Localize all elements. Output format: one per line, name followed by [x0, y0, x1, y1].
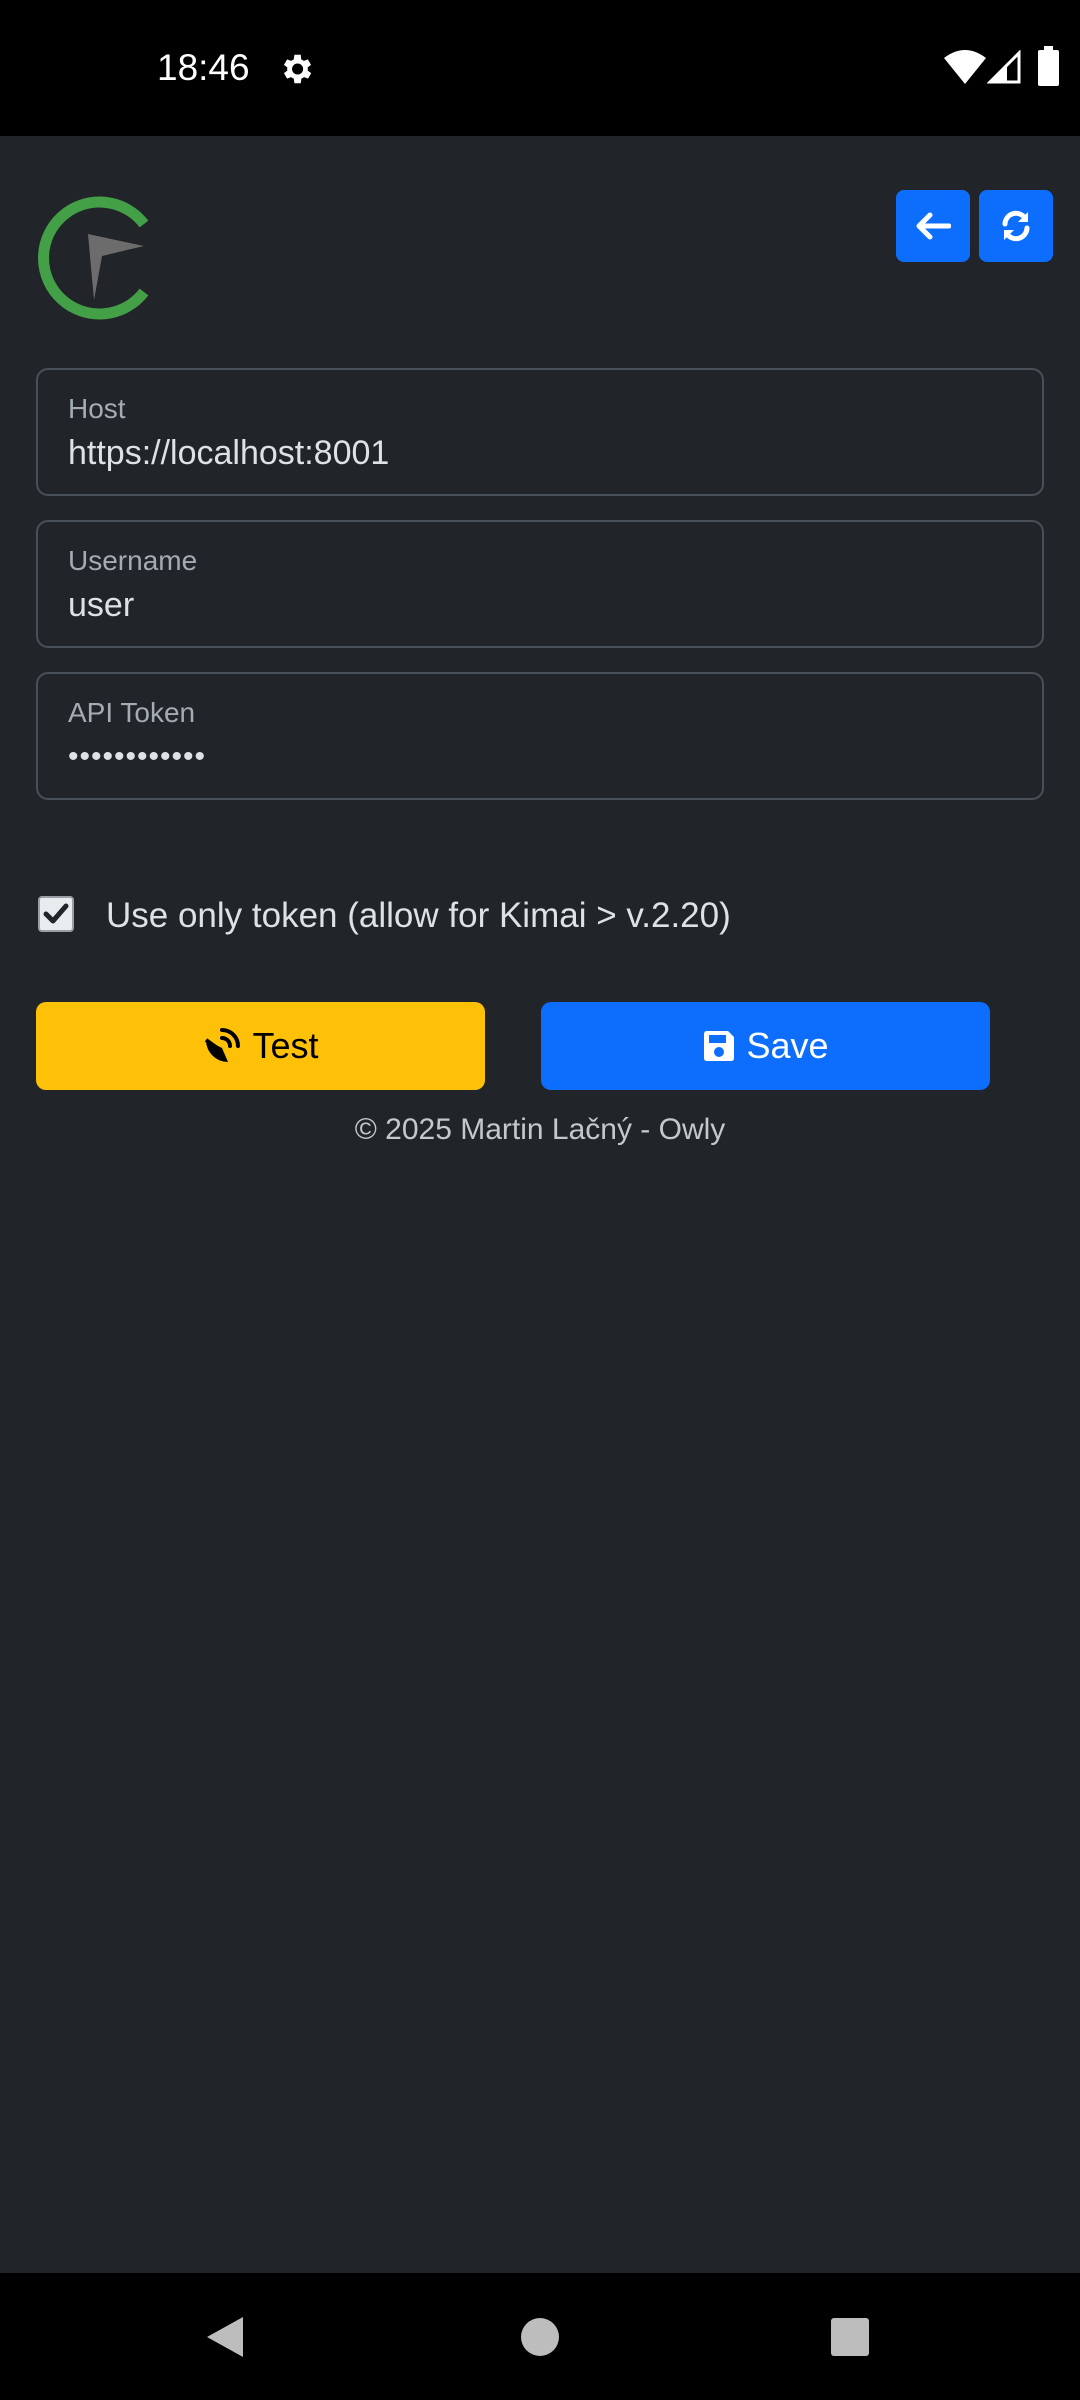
api-token-field[interactable]: API Token ••••••••••••: [36, 672, 1044, 800]
status-time: 18:46: [157, 47, 250, 88]
nav-home-icon[interactable]: [520, 2317, 560, 2357]
host-label: Host: [68, 393, 126, 424]
host-field[interactable]: Host https://localhost:8001: [36, 368, 1044, 496]
nav-back-icon[interactable]: [205, 2315, 245, 2359]
satellite-dish-icon: [205, 1028, 241, 1062]
api-token-label: API Token: [68, 697, 196, 728]
test-button[interactable]: Test: [36, 1002, 485, 1090]
username-input[interactable]: user: [68, 584, 134, 626]
signal-icon: [987, 50, 1021, 84]
battery-icon: [1038, 46, 1059, 86]
floppy-disk-icon: [704, 1031, 735, 1061]
save-button-label: Save: [746, 1025, 829, 1066]
status-bar: 18:46: [0, 0, 1080, 136]
host-input[interactable]: https://localhost:8001: [68, 432, 389, 474]
username-field[interactable]: Username user: [36, 520, 1044, 648]
checkmark-icon: [43, 903, 69, 924]
save-button[interactable]: Save: [541, 1002, 990, 1090]
footer-copyright: © 2025 Martin Lačný - Owly: [354, 1113, 726, 1146]
nav-recents-icon[interactable]: [830, 2317, 870, 2357]
arrow-left-icon: [916, 212, 951, 240]
api-token-input[interactable]: ••••••••••••: [68, 736, 206, 778]
wifi-icon: [944, 50, 986, 84]
refresh-button[interactable]: [979, 190, 1053, 262]
navigation-bar: [0, 2273, 1080, 2400]
username-label: Username: [68, 545, 198, 576]
back-button[interactable]: [896, 190, 970, 262]
refresh-icon: [1002, 210, 1030, 242]
use-only-token-checkbox[interactable]: [38, 896, 74, 932]
use-only-token-label[interactable]: Use only token (allow for Kimai > v.2.20…: [106, 894, 731, 938]
kimai-logo: [38, 196, 149, 320]
test-button-label: Test: [252, 1025, 319, 1066]
gear-icon: [283, 54, 312, 84]
settings-screen: Host https://localhost:8001 Username use…: [0, 136, 1080, 2273]
